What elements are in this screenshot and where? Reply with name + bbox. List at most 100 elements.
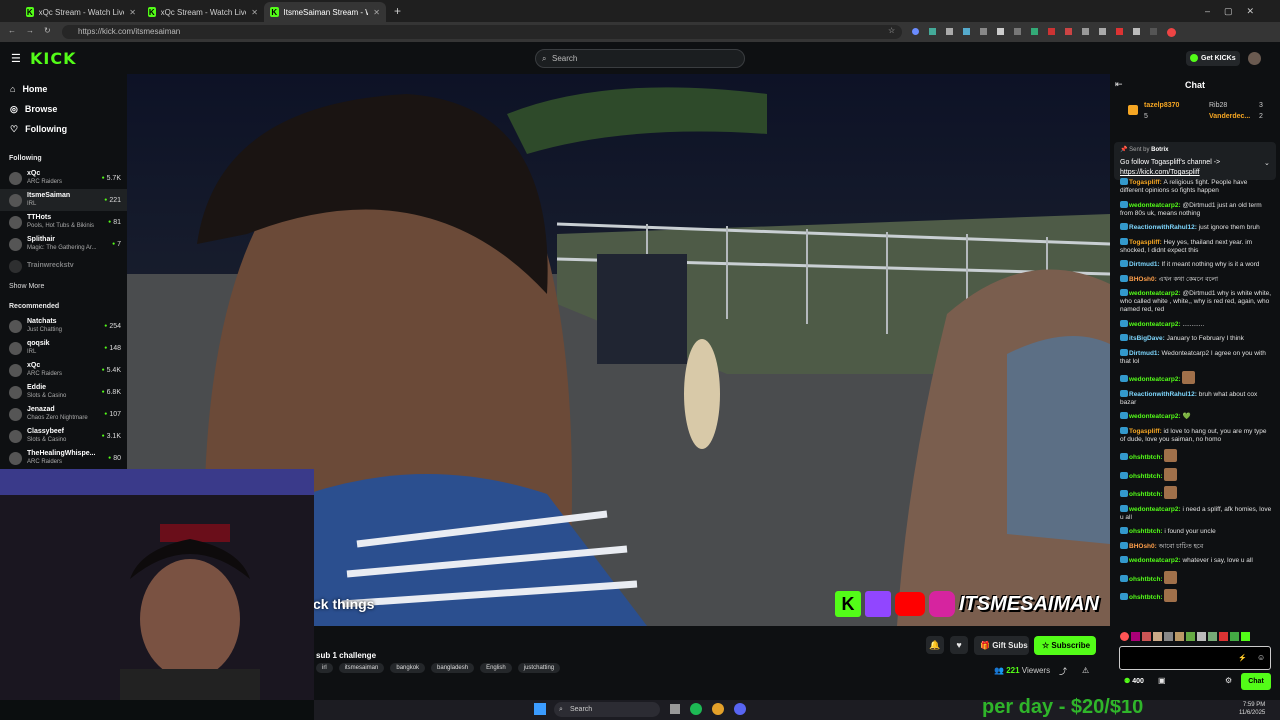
spotify-icon[interactable] — [690, 703, 702, 715]
sidebar-channel[interactable]: Splithair Magic: The Gathering Ar... 7 — [0, 233, 127, 255]
avatar[interactable] — [1248, 52, 1261, 65]
search-input[interactable]: ⌕ Search — [535, 49, 745, 68]
chat-username[interactable]: wedonteatcarp2: — [1129, 321, 1182, 328]
chat-username[interactable]: ohshtbtch: — [1129, 594, 1164, 601]
chat-message[interactable]: itsBigDave: January to February I think — [1110, 334, 1280, 343]
chat-message[interactable]: wedonteatcarp2: — [1110, 371, 1280, 384]
get-kicks-button[interactable]: Get KICKs — [1186, 51, 1240, 66]
show-more-button[interactable]: Show More — [0, 283, 127, 295]
sidebar-channel[interactable]: Eddie Slots & Casino 6.8K — [0, 381, 127, 403]
pinned-message[interactable]: 📌 Sent by Botrix Go follow Togaspliff's … — [1114, 142, 1276, 180]
chat-username[interactable]: ReactionwithRahul12: — [1129, 224, 1199, 231]
chat-username[interactable]: wedonteatcarp2: — [1129, 202, 1182, 209]
chat-message[interactable]: wedonteatcarp2: @Dirtmud1 why is white w… — [1110, 289, 1280, 314]
gift-icon[interactable]: ▣ — [1158, 676, 1166, 685]
sidebar-channel[interactable]: ItsmeSaiman IRL 221 — [0, 189, 127, 211]
url-field[interactable]: https://kick.com/itsmesaiman — [62, 25, 902, 39]
chat-username[interactable]: ohshtbtch: — [1129, 454, 1164, 461]
chat-username[interactable]: ohshtbtch: — [1129, 528, 1164, 535]
emoji-icon[interactable]: ☺ — [1257, 653, 1265, 662]
follow-heart-button[interactable]: ♥ — [950, 636, 968, 654]
chat-username[interactable]: BHOsh0: — [1129, 543, 1159, 550]
chat-message[interactable]: ohshtbtch: — [1110, 467, 1280, 481]
share-icon[interactable]: ⤴ — [1059, 666, 1067, 677]
chat-message[interactable]: Dirtmud1: Wedonteatcarp2 I agree on you … — [1110, 348, 1280, 366]
chat-message[interactable]: Togaspliff: id love to hang out, you are… — [1110, 426, 1280, 444]
chat-message[interactable]: ohshtbtch: — [1110, 589, 1280, 602]
chat-input[interactable]: ⚡ ☺ — [1119, 646, 1271, 670]
new-tab-icon[interactable]: + — [394, 4, 401, 18]
chat-username[interactable]: wedonteatcarp2: — [1129, 376, 1182, 383]
tag-chip[interactable]: bangkok — [390, 663, 426, 673]
window-controls[interactable]: –▢✕ — [1205, 6, 1268, 17]
sidebar-channel[interactable]: Trainwreckstv — [0, 255, 127, 277]
sidebar-channel[interactable]: Classybeef Slots & Casino 3.1K — [0, 425, 127, 447]
tag-chip[interactable]: English — [480, 663, 512, 673]
forward-icon[interactable]: → — [26, 26, 34, 35]
menu-icon[interactable]: ☰ — [11, 52, 21, 65]
chat-username[interactable]: ohshtbtch: — [1129, 491, 1164, 498]
chat-username[interactable]: BHOsh0: — [1129, 276, 1159, 283]
discord-icon[interactable] — [734, 703, 746, 715]
windows-start-icon[interactable] — [534, 703, 546, 715]
notification-bell-button[interactable]: 🔔 — [926, 636, 944, 654]
chat-username[interactable]: ReactionwithRahul12: — [1129, 391, 1199, 398]
sidebar-channel[interactable]: Jenazad Chaos Zero Nightmare 107 — [0, 403, 127, 425]
chat-username[interactable]: wedonteatcarp2: — [1129, 413, 1182, 420]
taskbar-search[interactable]: ⌕ Search — [554, 702, 660, 717]
chrome-icon[interactable] — [712, 703, 724, 715]
chat-username[interactable]: ohshtbtch: — [1129, 473, 1164, 480]
sidebar-channel[interactable]: TTHots Pools, Hot Tubs & Bikinis 81 — [0, 211, 127, 233]
chat-message[interactable]: wedonteatcarp2: i need a spliff, afk hom… — [1110, 504, 1280, 522]
chat-message[interactable]: ohshtbtch: — [1110, 570, 1280, 584]
clock[interactable]: 7:59 PM 11/6/2025 — [1239, 701, 1265, 717]
taskview-icon[interactable] — [670, 704, 680, 714]
tab-1[interactable]: K xQc Stream - Watch Live on Kic ✕ — [142, 2, 264, 22]
report-icon[interactable]: ⚠ — [1082, 666, 1089, 675]
chat-message[interactable]: Dirtmud1: If it meant nothing why is it … — [1110, 260, 1280, 269]
kick-logo[interactable]: KICK — [30, 49, 77, 68]
chat-username[interactable]: ohshtbtch: — [1129, 576, 1164, 583]
chat-message[interactable]: ReactionwithRahul12: bruh what about cox… — [1110, 389, 1280, 407]
chat-username[interactable]: Togaspliff: — [1129, 239, 1164, 246]
chat-message[interactable]: ReactionwithRahul12: just ignore them br… — [1110, 223, 1280, 232]
sidebar-channel[interactable]: xQc ARC Raiders 5.4K — [0, 359, 127, 381]
close-icon[interactable]: ✕ — [251, 8, 258, 17]
tag-chip[interactable]: irl — [316, 663, 333, 673]
star-icon[interactable]: ☆ — [888, 26, 895, 35]
tag-chip[interactable]: justchatting — [517, 663, 561, 673]
chat-username[interactable]: itsBigDave: — [1129, 335, 1167, 342]
chat-message[interactable]: wedonteatcarp2: 💚 — [1110, 412, 1280, 421]
chevron-down-icon[interactable]: ⌄ — [1264, 159, 1270, 167]
sidebar-item-home[interactable]: ⌂ Home — [0, 79, 127, 99]
chat-message[interactable]: ohshtbtch: — [1110, 486, 1280, 499]
chat-message[interactable]: wedonteatcarp2: ............ — [1110, 319, 1280, 329]
send-chat-button[interactable]: Chat — [1241, 673, 1271, 690]
chat-username[interactable]: wedonteatcarp2: — [1129, 506, 1182, 513]
chat-message[interactable]: BHOsh0: এখন কথা কেমনে বলো — [1110, 274, 1280, 284]
chat-message[interactable]: Togaspliff: Hey yes, thailand next year.… — [1110, 237, 1280, 255]
chat-message[interactable]: ohshtbtch: i found your uncle — [1110, 527, 1280, 536]
chat-message[interactable]: Togaspliff: A religious fight. People ha… — [1110, 178, 1280, 195]
back-icon[interactable]: ← — [8, 26, 16, 35]
chat-username[interactable]: Dirtmud1: — [1129, 350, 1162, 357]
chat-message[interactable]: wedonteatcarp2: whatever i say, love u a… — [1110, 556, 1280, 565]
subscribe-button[interactable]: ☆ Subscribe — [1034, 636, 1096, 655]
chat-username[interactable]: Dirtmud1: — [1129, 261, 1162, 268]
sidebar-channel[interactable]: qoqsik IRL 148 — [0, 337, 127, 359]
tag-chip[interactable]: bangladesh — [431, 663, 475, 673]
tag-chip[interactable]: itsmesaiman — [338, 663, 385, 673]
chat-message[interactable]: BHOsh0: আবো চাচিত হবে — [1110, 541, 1280, 551]
command-icon[interactable]: ⚡ — [1238, 654, 1247, 662]
tab-2[interactable]: K ItsmeSaiman Stream - Watc ✕ — [264, 2, 386, 22]
close-icon[interactable]: ✕ — [373, 8, 380, 17]
kicks-balance[interactable]: ⚉ 400 — [1124, 677, 1144, 685]
chat-username[interactable]: Togaspliff: — [1129, 179, 1164, 186]
reload-icon[interactable]: ↻ — [44, 26, 51, 35]
sidebar-item-following[interactable]: ♡ Following — [0, 119, 127, 139]
sidebar-channel[interactable]: Natchats Just Chatting 254 — [0, 315, 127, 337]
gift-subs-button[interactable]: 🎁 Gift Subs — [974, 636, 1029, 655]
close-icon[interactable]: ✕ — [129, 8, 136, 17]
chat-username[interactable]: wedonteatcarp2: — [1129, 557, 1182, 564]
tab-0[interactable]: K xQc Stream - Watch Live on Kic ✕ — [20, 2, 142, 22]
